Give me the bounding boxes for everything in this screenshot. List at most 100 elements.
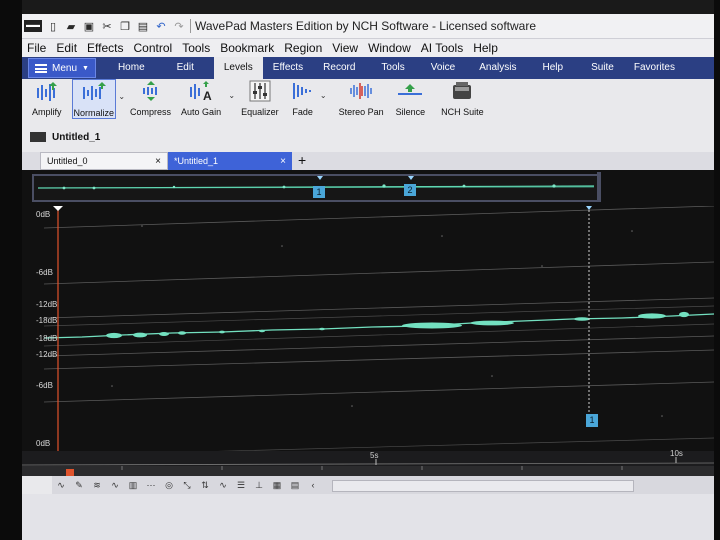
- doc-tab-label: Untitled_0: [47, 156, 88, 166]
- open-folder-icon[interactable]: ▰: [64, 19, 78, 33]
- amplify-icon: [35, 79, 59, 103]
- fade-label: Fade: [292, 107, 313, 117]
- timeline-ruler[interactable]: 5s 10s: [22, 449, 714, 467]
- main-menu-label: Menu: [52, 62, 78, 74]
- db-label: -18dB: [36, 316, 58, 325]
- tab-favorites[interactable]: Favorites: [624, 57, 685, 79]
- main-menu-button[interactable]: Menu ▼: [28, 58, 96, 78]
- position-bar[interactable]: [22, 466, 714, 476]
- compress-button[interactable]: Compress: [130, 79, 171, 117]
- db-label: -18dB: [36, 334, 58, 343]
- undo-icon[interactable]: ↶: [154, 19, 168, 33]
- marker-tool-icon[interactable]: ⊥: [251, 478, 267, 492]
- overview-marker-2[interactable]: 2: [404, 184, 416, 196]
- compress-label: Compress: [130, 107, 172, 117]
- normalize-button[interactable]: Normalize ⌄: [71, 79, 125, 119]
- tab-voice[interactable]: Voice: [421, 57, 465, 79]
- paste-icon[interactable]: ▤: [136, 19, 150, 33]
- loop-icon[interactable]: ◎: [161, 478, 177, 492]
- multi-waveform-icon[interactable]: ∿: [107, 478, 123, 492]
- zoom-waveform-icon[interactable]: ∿: [215, 478, 231, 492]
- normalize-label: Normalize: [73, 108, 115, 118]
- db-label-top: 0dB: [36, 210, 51, 219]
- redo-icon[interactable]: ↷: [172, 19, 186, 33]
- grid-view-icon[interactable]: ▦: [269, 478, 285, 492]
- stereo-pan-button[interactable]: Stereo Pan: [339, 79, 384, 117]
- menu-window[interactable]: Window: [363, 41, 416, 55]
- tab-levels[interactable]: Levels: [213, 57, 263, 79]
- nch-suite-button[interactable]: NCH Suite: [441, 79, 484, 117]
- tab-effects[interactable]: Effects: [263, 57, 313, 79]
- menu-ai-tools[interactable]: AI Tools: [416, 41, 468, 55]
- menu-effects[interactable]: Effects: [82, 41, 128, 55]
- fade-dropdown-icon[interactable]: ⌄: [320, 91, 327, 100]
- auto-gain-button[interactable]: A Auto Gain ⌄: [181, 79, 235, 117]
- pencil-icon[interactable]: ✎: [71, 478, 87, 492]
- doc-tab-untitled-1[interactable]: *Untitled_1 ×: [168, 152, 292, 170]
- overview-marker-1[interactable]: 1: [313, 186, 325, 198]
- menu-control[interactable]: Control: [129, 41, 178, 55]
- waveform-overview[interactable]: 1 2: [32, 174, 599, 202]
- fft-view-icon[interactable]: ⋯: [143, 478, 159, 492]
- doc-tab-untitled-0[interactable]: Untitled_0 ×: [40, 152, 168, 170]
- cut-icon[interactable]: ✂: [100, 19, 114, 33]
- tab-record[interactable]: Record: [313, 57, 365, 79]
- file-header: Untitled_1: [22, 126, 714, 148]
- amplify-label: Amplify: [32, 107, 62, 117]
- document-tabs: Untitled_0 × *Untitled_1 × +: [22, 152, 714, 170]
- close-icon[interactable]: ×: [155, 156, 161, 167]
- equalizer-button[interactable]: Equalizer: [241, 79, 279, 117]
- title-separator: [190, 19, 191, 33]
- bars-view-icon[interactable]: ▥: [125, 478, 141, 492]
- wavepad-window: ▬▬ ▯ ▰ ▣ ✂ ❐ ▤ ↶ ↷ WavePad Masters Editi…: [22, 14, 714, 540]
- menu-tools[interactable]: Tools: [177, 41, 215, 55]
- amplify-button[interactable]: Amplify: [32, 79, 62, 117]
- new-file-icon[interactable]: ▯: [46, 19, 60, 33]
- copy-icon[interactable]: ❐: [118, 19, 132, 33]
- silence-icon: [397, 79, 423, 103]
- compact-view-icon[interactable]: ▤: [287, 478, 303, 492]
- silence-label: Silence: [395, 107, 426, 117]
- file-name: Untitled_1: [52, 131, 101, 143]
- menu-view[interactable]: View: [327, 41, 363, 55]
- app-logo-icon: ▬▬: [24, 20, 42, 32]
- spectral-view-icon[interactable]: ≋: [89, 478, 105, 492]
- auto-gain-dropdown-icon[interactable]: ⌄: [228, 91, 235, 100]
- tab-help[interactable]: Help: [533, 57, 574, 79]
- diagonal-tool-icon[interactable]: ⤡: [179, 478, 195, 492]
- marker-label: 2: [407, 185, 413, 195]
- save-icon[interactable]: ▣: [82, 19, 96, 33]
- add-tab-button[interactable]: +: [294, 152, 310, 170]
- silence-button[interactable]: Silence: [395, 79, 426, 117]
- equalizer-label: Equalizer: [241, 107, 279, 117]
- tab-analysis[interactable]: Analysis: [469, 57, 526, 79]
- overview-end-handle[interactable]: [597, 172, 601, 202]
- bookmark-marker[interactable]: 1: [586, 414, 598, 427]
- horizontal-scrollbar[interactable]: [332, 480, 634, 492]
- split-view-icon[interactable]: ⇅: [197, 478, 213, 492]
- menu-help[interactable]: Help: [468, 41, 503, 55]
- waveform-editor[interactable]: 1 2 0dB -6dB -12dB -18dB -18dB -12dB -6d…: [22, 170, 714, 466]
- menu-file[interactable]: File: [22, 41, 51, 55]
- stack-view-icon[interactable]: ☰: [233, 478, 249, 492]
- waveform-view-icon[interactable]: ∿: [53, 478, 69, 492]
- db-label: -12dB: [36, 350, 58, 359]
- chevron-down-icon: ▼: [82, 64, 89, 72]
- tab-tools[interactable]: Tools: [371, 57, 414, 79]
- tab-home[interactable]: Home: [108, 57, 155, 79]
- waveform-area[interactable]: 0dB -6dB -12dB -18dB -18dB -12dB -6dB 0d…: [22, 206, 714, 466]
- scroll-left-icon[interactable]: ‹: [305, 478, 321, 492]
- fade-button[interactable]: Fade ⌄: [291, 79, 327, 117]
- normalize-dropdown-icon[interactable]: ⌄: [118, 92, 125, 101]
- menu-bookmark[interactable]: Bookmark: [215, 41, 279, 55]
- ribbon-tab-bar: Menu ▼ Home Edit Levels Effects Record T…: [22, 57, 714, 79]
- menu-edit[interactable]: Edit: [51, 41, 82, 55]
- close-icon[interactable]: ×: [280, 156, 286, 167]
- db-label: -6dB: [36, 268, 53, 277]
- tab-suite[interactable]: Suite: [581, 57, 624, 79]
- auto-gain-label: Auto Gain: [181, 107, 222, 117]
- auto-gain-icon: A: [187, 79, 215, 103]
- tab-edit[interactable]: Edit: [167, 57, 204, 79]
- hamburger-icon: [35, 63, 47, 73]
- menu-region[interactable]: Region: [279, 41, 327, 55]
